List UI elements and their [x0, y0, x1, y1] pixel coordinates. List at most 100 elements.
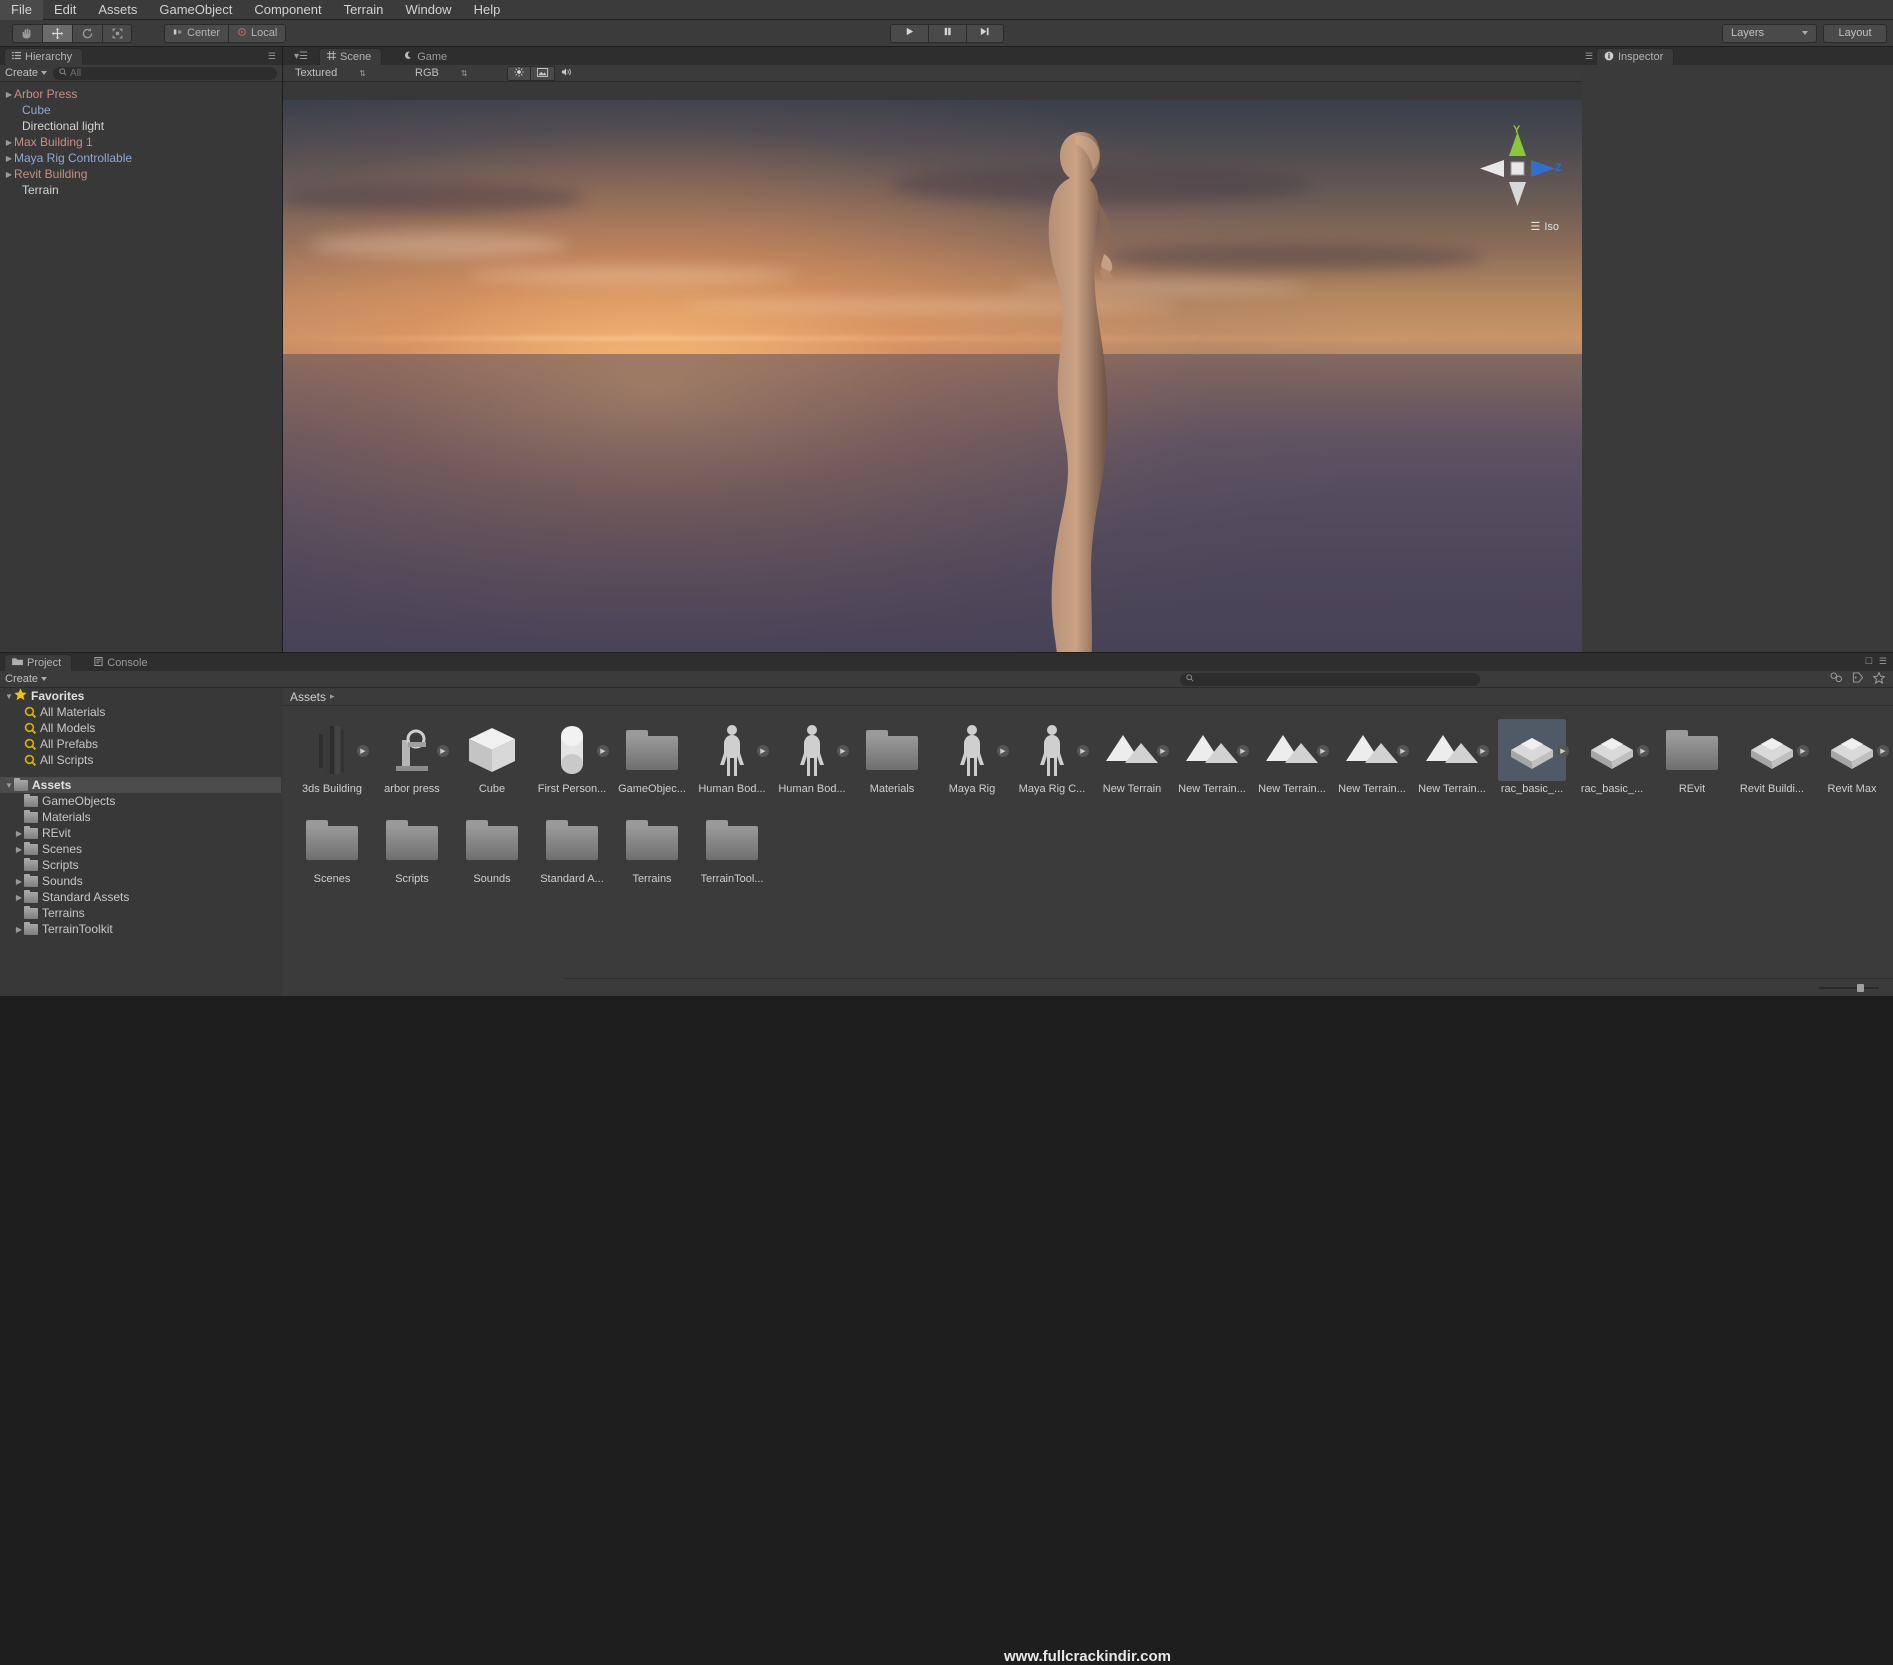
asset-item[interactable]: REvit — [1652, 719, 1732, 795]
hierarchy-item[interactable]: ▶ Revit Building — [0, 166, 282, 182]
hierarchy-search-input[interactable]: All — [53, 66, 277, 80]
asset-expand-icon[interactable]: ▶ — [997, 745, 1009, 757]
mute-audio-button[interactable] — [555, 65, 579, 81]
asset-expand-icon[interactable]: ▶ — [1877, 745, 1889, 757]
project-search-input[interactable] — [1180, 672, 1480, 686]
expand-triangle-icon[interactable]: ▶ — [14, 893, 24, 902]
breadcrumb-item-assets[interactable]: Assets — [290, 690, 326, 704]
asset-item[interactable]: ▶ Revit Max — [1812, 719, 1892, 795]
asset-item[interactable]: ▶ New Terrain... — [1172, 719, 1252, 795]
step-button[interactable] — [965, 23, 1004, 43]
menu-item-help[interactable]: Help — [463, 0, 512, 20]
menu-item-file[interactable]: File — [0, 0, 43, 20]
asset-expand-icon[interactable]: ▶ — [1077, 745, 1089, 757]
menu-item-component[interactable]: Component — [243, 0, 332, 20]
project-tree-item[interactable]: ▶ Standard Assets — [0, 889, 281, 905]
asset-item[interactable]: Cube — [452, 719, 532, 795]
asset-item[interactable]: Scenes — [292, 809, 372, 885]
menu-item-edit[interactable]: Edit — [43, 0, 87, 20]
tab-hierarchy[interactable]: Hierarchy — [4, 48, 84, 65]
asset-expand-icon[interactable]: ▶ — [1477, 745, 1489, 757]
slider-knob[interactable] — [1857, 983, 1864, 992]
asset-expand-icon[interactable]: ▶ — [1797, 745, 1809, 757]
filter-type-icon[interactable] — [1830, 672, 1843, 686]
project-tree-item[interactable]: ▶ REvit — [0, 825, 281, 841]
asset-expand-icon[interactable]: ▶ — [757, 745, 769, 757]
asset-expand-icon[interactable]: ▶ — [437, 745, 449, 757]
character-model[interactable] — [1018, 128, 1148, 652]
asset-item[interactable]: ▶ rac_basic_... — [1492, 719, 1572, 795]
hand-tool-button[interactable] — [12, 23, 42, 43]
collapse-triangle-icon[interactable]: ▼ — [4, 692, 14, 701]
move-tool-button[interactable] — [42, 23, 72, 43]
asset-item[interactable]: Sounds — [452, 809, 532, 885]
asset-expand-icon[interactable]: ▶ — [597, 745, 609, 757]
expand-triangle-icon[interactable]: ▶ — [14, 925, 24, 934]
asset-item[interactable]: ▶ 3ds Building — [292, 719, 372, 795]
pivot-mode-button[interactable]: Center — [164, 23, 229, 43]
lighting-toggle-button[interactable] — [507, 65, 531, 81]
asset-item[interactable]: ▶ Maya Rig C... — [1012, 719, 1092, 795]
maximize-icon[interactable]: ☐ — [1865, 656, 1873, 667]
project-tree-item[interactable]: ▶ All Models — [0, 720, 281, 736]
project-tree-item[interactable]: ▶ TerrainToolkit — [0, 921, 281, 937]
menu-item-terrain[interactable]: Terrain — [333, 0, 395, 20]
hierarchy-create-button[interactable]: Create — [5, 67, 48, 79]
asset-item[interactable]: ▶ New Terrain... — [1412, 719, 1492, 795]
collapse-triangle-icon[interactable]: ▼ — [4, 781, 14, 790]
hierarchy-item[interactable]: ▶ Max Building 1 — [0, 134, 282, 150]
scene-viewport[interactable]: Y Z ☰ Iso — [283, 100, 1605, 652]
expand-triangle-icon[interactable]: ▶ — [4, 90, 14, 99]
asset-item[interactable]: ▶ New Terrain... — [1252, 719, 1332, 795]
hierarchy-item[interactable]: ▶Terrain — [0, 182, 282, 198]
audio-toggle-button[interactable] — [531, 65, 555, 81]
asset-expand-icon[interactable]: ▶ — [1237, 745, 1249, 757]
scene-view-mode[interactable]: ☰ Iso — [1530, 220, 1559, 234]
expand-triangle-icon[interactable]: ▶ — [4, 154, 14, 163]
asset-item[interactable]: ▶ Human Bod... — [692, 719, 772, 795]
draw-mode-dropdown[interactable]: Textured ⇅ — [289, 66, 409, 81]
hierarchy-item[interactable]: ▶ Maya Rig Controllable — [0, 150, 282, 166]
menu-item-gameobject[interactable]: GameObject — [148, 0, 243, 20]
asset-item[interactable]: ▶ Maya Rig — [932, 719, 1012, 795]
asset-expand-icon[interactable]: ▶ — [1637, 745, 1649, 757]
expand-triangle-icon[interactable]: ▶ — [14, 845, 24, 854]
asset-item[interactable]: GameObjec... — [612, 719, 692, 795]
project-tree-item[interactable]: ▶ All Prefabs — [0, 736, 281, 752]
asset-expand-icon[interactable]: ▶ — [1317, 745, 1329, 757]
hierarchy-item[interactable]: ▶Directional light — [0, 118, 282, 134]
tab-game[interactable]: Game — [396, 48, 459, 65]
tab-console[interactable]: Console — [86, 654, 159, 671]
asset-item[interactable]: ▶ Revit Buildi... — [1732, 719, 1812, 795]
project-tree-item[interactable]: ▶ All Scripts — [0, 752, 281, 768]
hierarchy-item[interactable]: ▶Cube — [0, 102, 282, 118]
asset-item[interactable]: Scripts — [372, 809, 452, 885]
tab-project[interactable]: Project — [4, 654, 73, 671]
asset-item[interactable]: TerrainTool... — [692, 809, 772, 885]
layers-dropdown[interactable]: Layers — [1722, 23, 1817, 43]
play-button[interactable] — [889, 23, 928, 43]
asset-expand-icon[interactable]: ▶ — [1557, 745, 1569, 757]
scene-menu-icon[interactable]: ▾☰ — [294, 51, 308, 62]
project-create-button[interactable]: Create — [5, 673, 48, 685]
expand-triangle-icon[interactable]: ▶ — [4, 138, 14, 147]
project-tree-item[interactable]: ▶ All Materials — [0, 704, 281, 720]
project-tree-item[interactable]: ▶ Sounds — [0, 873, 281, 889]
asset-item[interactable]: ▶ arbor press — [372, 719, 452, 795]
asset-item[interactable]: ▶ First Person... — [532, 719, 612, 795]
asset-expand-icon[interactable]: ▶ — [837, 745, 849, 757]
asset-item[interactable]: Materials — [852, 719, 932, 795]
asset-item[interactable]: Terrains — [612, 809, 692, 885]
project-tree-item[interactable]: ▶ Materials — [0, 809, 281, 825]
asset-item[interactable]: ▶ New Terrain — [1092, 719, 1172, 795]
layout-dropdown[interactable]: Layout — [1823, 23, 1887, 43]
thumbnail-size-slider[interactable] — [1819, 983, 1879, 992]
asset-expand-icon[interactable]: ▶ — [1397, 745, 1409, 757]
inspector-menu-icon[interactable]: ☰ — [1585, 51, 1593, 62]
filter-label-icon[interactable] — [1852, 672, 1864, 686]
scene-orientation-gizmo[interactable]: Y Z — [1475, 124, 1563, 226]
asset-item[interactable]: ▶ rac_basic_... — [1572, 719, 1652, 795]
project-tree-item[interactable]: ▶ Terrains — [0, 905, 281, 921]
project-menu-icon[interactable]: ☰ — [1879, 656, 1887, 667]
menu-item-assets[interactable]: Assets — [87, 0, 148, 20]
